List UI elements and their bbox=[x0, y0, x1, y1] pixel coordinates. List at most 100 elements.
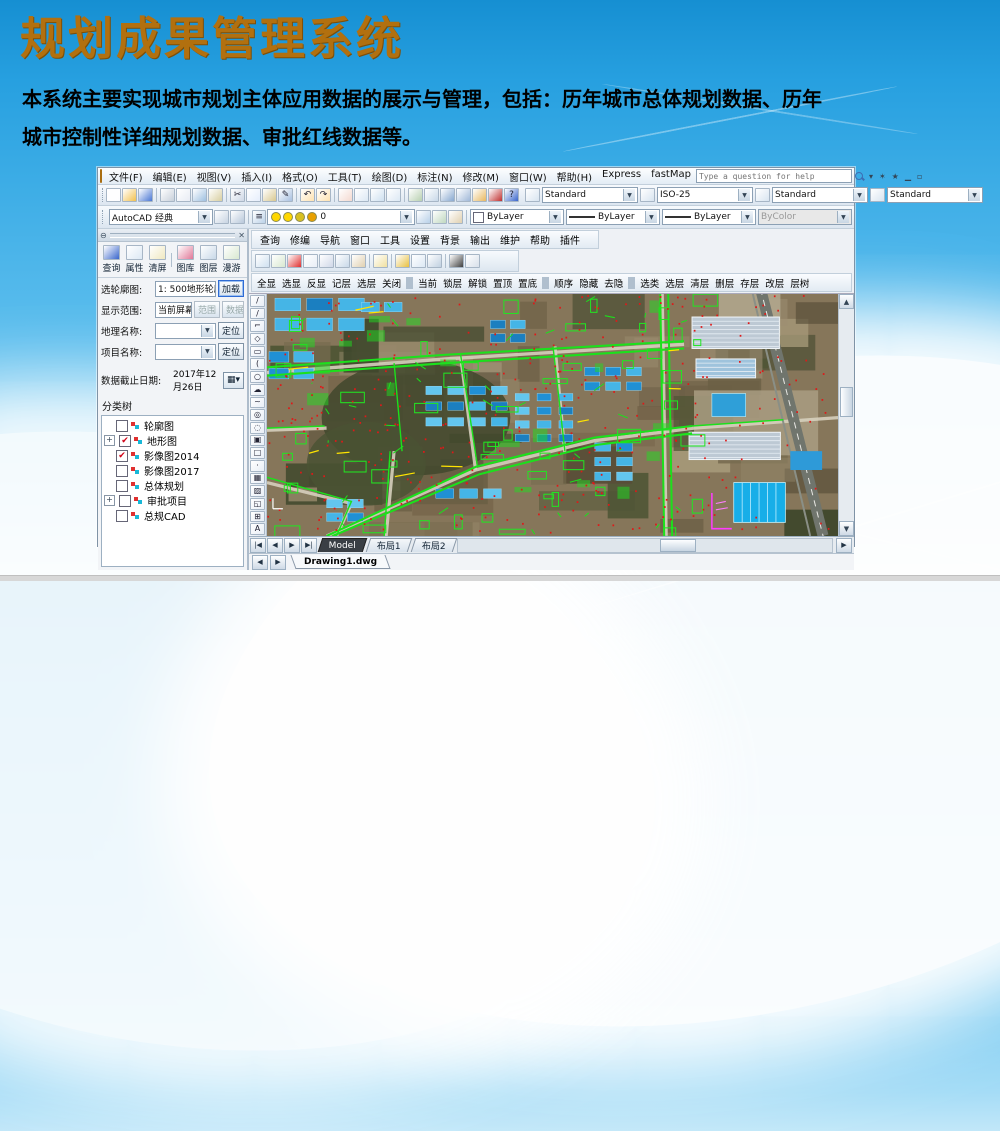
plot-preview-icon[interactable] bbox=[176, 188, 191, 202]
library-button-icon[interactable] bbox=[177, 245, 194, 260]
map-menu-5[interactable]: 工具 bbox=[375, 232, 405, 247]
zoom-window-icon[interactable] bbox=[370, 188, 385, 202]
vscroll-thumb[interactable] bbox=[840, 387, 853, 417]
line-icon[interactable]: / bbox=[250, 295, 265, 307]
map-edit-icon[interactable] bbox=[411, 254, 426, 268]
layer-btn-锁层[interactable]: 锁层 bbox=[440, 276, 465, 290]
properties-button-icon[interactable] bbox=[126, 245, 143, 260]
tree-node[interactable]: +✔地形图 bbox=[102, 433, 243, 448]
save-icon[interactable] bbox=[138, 188, 153, 202]
workspace-save-icon[interactable] bbox=[230, 210, 245, 224]
tab-布局2[interactable]: 布局2 bbox=[410, 538, 456, 552]
layer-properties-icon[interactable] bbox=[408, 188, 423, 202]
new-file-icon[interactable] bbox=[106, 188, 121, 202]
mtext-icon[interactable]: A bbox=[250, 523, 265, 535]
map-area-icon[interactable] bbox=[395, 254, 410, 268]
layer-btn-层树[interactable]: 层树 bbox=[787, 276, 812, 290]
tree-node[interactable]: 影像图2017 bbox=[102, 463, 243, 478]
map-menu-8[interactable]: 输出 bbox=[465, 232, 495, 247]
menu-6[interactable]: 工具(T) bbox=[323, 169, 367, 184]
communication-icon[interactable]: ✶ bbox=[877, 172, 888, 181]
layer-previous-icon[interactable] bbox=[432, 210, 447, 224]
tree-checkbox[interactable]: ✔ bbox=[116, 450, 128, 462]
menu-3[interactable]: 视图(V) bbox=[192, 169, 237, 184]
search-icon[interactable] bbox=[854, 171, 865, 182]
polyline-icon[interactable]: ⌐ bbox=[250, 320, 265, 332]
calendar-icon[interactable]: ▦▾ bbox=[223, 372, 244, 389]
menu-7[interactable]: 绘图(D) bbox=[367, 169, 413, 184]
layers-button-icon[interactable] bbox=[200, 245, 217, 260]
map-measure-icon[interactable] bbox=[351, 254, 366, 268]
layer-btn-反显[interactable]: 反显 bbox=[304, 276, 329, 290]
chevron-down-icon[interactable]: ▼ bbox=[837, 211, 849, 223]
quickcalc-icon[interactable] bbox=[488, 188, 503, 202]
map-menu-4[interactable]: 窗口 bbox=[345, 232, 375, 247]
tree-checkbox[interactable] bbox=[116, 465, 128, 477]
chevron-down-icon[interactable]: ▼ bbox=[201, 325, 213, 337]
chevron-down-icon[interactable]: ▼ bbox=[201, 346, 213, 358]
map-menu-3[interactable]: 导航 bbox=[315, 232, 345, 247]
table-icon[interactable]: ⊞ bbox=[250, 511, 265, 523]
layer-btn-选层[interactable]: 选层 bbox=[354, 276, 379, 290]
layer-btn-去隐[interactable]: 去隐 bbox=[601, 276, 626, 290]
properties-button[interactable]: 属性 bbox=[123, 245, 146, 274]
markup-icon[interactable] bbox=[472, 188, 487, 202]
map-locate-icon[interactable] bbox=[319, 254, 334, 268]
menu-11[interactable]: 帮助(H) bbox=[552, 169, 597, 184]
map-window-icon[interactable] bbox=[449, 254, 464, 268]
text-style-icon[interactable] bbox=[525, 188, 540, 202]
chevron-down-icon[interactable]: ▼ bbox=[853, 189, 865, 201]
tree-node[interactable]: +审批项目 bbox=[102, 493, 243, 508]
revcloud-icon[interactable]: ☁ bbox=[250, 384, 265, 396]
table-style-combo[interactable]: Standard▼ bbox=[772, 187, 868, 203]
chevron-down-icon[interactable]: ▼ bbox=[623, 189, 635, 201]
menu-4[interactable]: 插入(I) bbox=[236, 169, 277, 184]
ellipse-arc-icon[interactable]: ◌ bbox=[250, 422, 265, 434]
roam-button-icon[interactable] bbox=[223, 245, 240, 260]
layer-btn-清层[interactable]: 清层 bbox=[687, 276, 712, 290]
layer-bulb-icon[interactable] bbox=[283, 212, 293, 222]
menu-9[interactable]: 修改(M) bbox=[458, 169, 504, 184]
tab-prev-icon[interactable]: ◀ bbox=[267, 538, 283, 553]
roam-button[interactable]: 漫游 bbox=[220, 245, 243, 274]
table-style-icon[interactable] bbox=[755, 188, 770, 202]
data-button[interactable]: 数据 bbox=[222, 301, 244, 318]
plotstyle-combo[interactable]: ByColor▼ bbox=[758, 209, 852, 225]
layer-btn-当前[interactable]: 当前 bbox=[415, 276, 440, 290]
panel-drag-bar[interactable] bbox=[110, 233, 236, 238]
layer-btn-顺序[interactable]: 顺序 bbox=[551, 276, 576, 290]
help-icon[interactable]: ? bbox=[504, 188, 519, 202]
chevron-down-icon[interactable]: ▼ bbox=[741, 211, 753, 223]
tab-Model[interactable]: Model bbox=[318, 538, 368, 552]
rectangle-icon[interactable]: ▭ bbox=[250, 346, 265, 358]
zoom-previous-icon[interactable] bbox=[386, 188, 401, 202]
layer-btn-删层[interactable]: 删层 bbox=[712, 276, 737, 290]
publish-icon[interactable] bbox=[192, 188, 207, 202]
tree-checkbox[interactable] bbox=[116, 510, 128, 522]
map-menu-7[interactable]: 背景 bbox=[435, 232, 465, 247]
panel-collapse-icon[interactable]: ⊖ bbox=[100, 231, 107, 240]
map-menu-1[interactable]: 查询 bbox=[255, 232, 285, 247]
search-dropdown-icon[interactable]: ▾ bbox=[867, 172, 875, 181]
library-button[interactable]: 图库 bbox=[174, 245, 197, 274]
arc-icon[interactable]: ( bbox=[250, 358, 265, 370]
polygon-icon[interactable]: ◇ bbox=[250, 333, 265, 345]
satellite-map[interactable] bbox=[267, 294, 838, 536]
layer-btn-全显[interactable]: 全显 bbox=[254, 276, 279, 290]
chevron-down-icon[interactable]: ▼ bbox=[738, 189, 750, 201]
range-button[interactable]: 范围 bbox=[194, 301, 220, 318]
outline-combo[interactable]: 1: 500地形轮廓▼ bbox=[155, 281, 216, 297]
chevron-down-icon[interactable]: ▼ bbox=[400, 211, 412, 223]
layer-states-icon[interactable] bbox=[424, 188, 439, 202]
layer-combo[interactable]: 0 ▼ bbox=[267, 209, 415, 225]
hscroll-thumb[interactable] bbox=[660, 539, 696, 552]
clear-screen-button-icon[interactable] bbox=[149, 245, 166, 260]
map-flag-icon[interactable] bbox=[373, 254, 388, 268]
file-prev-icon[interactable]: ◀ bbox=[252, 555, 268, 570]
paste-icon[interactable] bbox=[262, 188, 277, 202]
range-combo[interactable]: 当前屏幕▼ bbox=[155, 302, 192, 318]
layer-btn-选层[interactable]: 选层 bbox=[662, 276, 687, 290]
circle-icon[interactable]: ○ bbox=[250, 371, 265, 383]
pan-icon[interactable] bbox=[338, 188, 353, 202]
project-locate-button[interactable]: 定位 bbox=[218, 343, 244, 360]
